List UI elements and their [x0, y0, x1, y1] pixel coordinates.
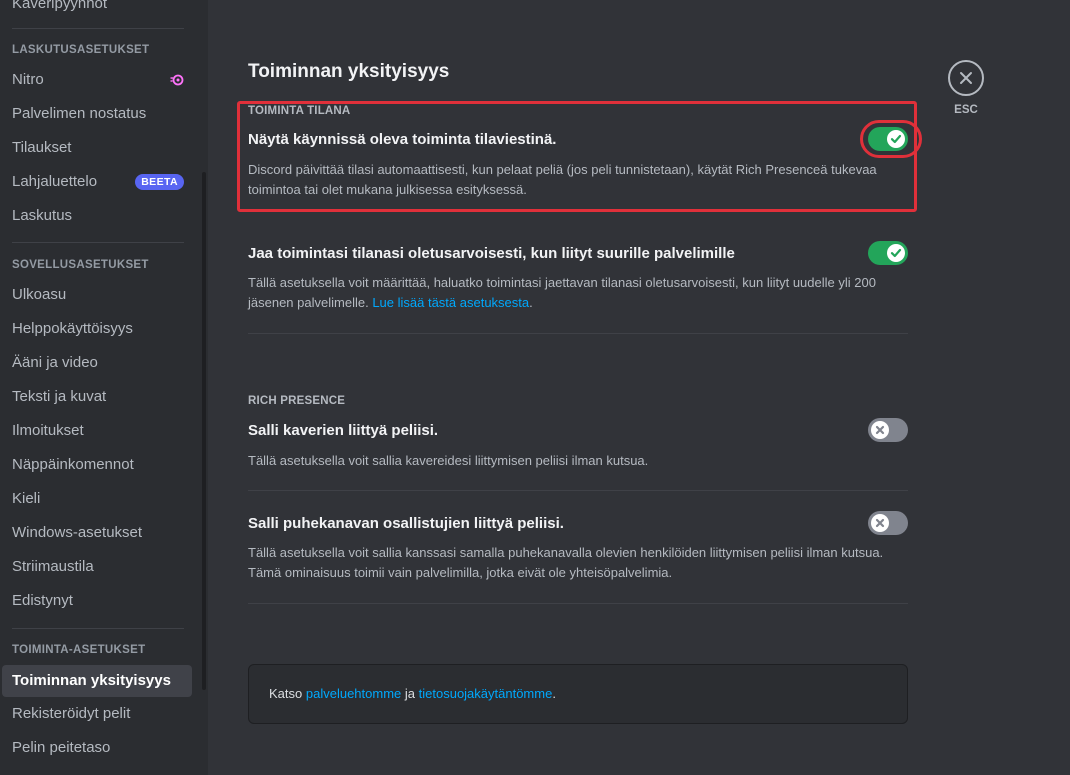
setting-title-allow-friends-join: Salli kaverien liittyä peliisi. [248, 422, 439, 439]
sidebar-item-label: Kieli [12, 490, 41, 507]
sidebar-item-label: Näppäinkomennot [12, 456, 134, 473]
sidebar-item-windows-settings[interactable]: Windows-asetukset [2, 517, 192, 549]
sidebar-header-activity: TOIMINTA-ASETUKSET [12, 644, 146, 656]
sidebar-item-keybinds[interactable]: Näppäinkomennot [2, 449, 192, 481]
sidebar-separator [12, 628, 184, 629]
sidebar-scrollbar[interactable] [202, 172, 206, 690]
esc-label: ESC [954, 104, 978, 116]
sidebar-header-app: SOVELLUSASETUKSET [12, 259, 149, 271]
divider [248, 603, 908, 604]
sidebar-item-appearance[interactable]: Ulkoasu [2, 279, 192, 311]
divider [248, 333, 908, 334]
section-header-rich-presence: RICH PRESENCE [248, 395, 346, 407]
highlight-annotation-ring [860, 120, 922, 158]
toggle-allow-friends-join[interactable] [868, 418, 908, 442]
sidebar-item-label: Rekisteröidyt pelit [12, 705, 131, 722]
setting-title-allow-voice-join: Salli puhekanavan osallistujien liittyä … [248, 515, 564, 532]
sidebar-item-language[interactable]: Kieli [2, 483, 192, 515]
checkmark-icon [890, 248, 902, 258]
sidebar-item-accessibility[interactable]: Helppokäyttöisyys [2, 313, 192, 345]
sidebar-item-label: Teksti ja kuvat [12, 388, 107, 405]
footer-suffix: . [552, 686, 556, 701]
close-icon [960, 72, 972, 84]
sidebar-item-billing[interactable]: Laskutus [2, 200, 192, 232]
sidebar-item-text-images[interactable]: Teksti ja kuvat [2, 381, 192, 413]
description-text: Tällä asetuksella voit määrittää, haluat… [248, 275, 876, 310]
toggle-allow-voice-join[interactable] [868, 511, 908, 535]
learn-more-link[interactable]: Lue lisää tästä asetuksesta [372, 295, 529, 310]
sidebar-item-label: Ääni ja video [12, 354, 98, 371]
setting-description-share-large-servers: Tällä asetuksella voit määrittää, haluat… [248, 273, 898, 313]
nitro-icon [170, 74, 184, 86]
sidebar-item-label: Palvelimen nostatus [12, 105, 147, 122]
sidebar-item-notifications[interactable]: Ilmoitukset [2, 415, 192, 447]
sidebar-item-nitro[interactable]: Nitro [2, 64, 192, 96]
terms-footer-box: Katso palveluehtomme ja tietosuojakäytän… [248, 664, 908, 724]
sidebar-item-label: Nitro [12, 71, 44, 88]
sidebar-item-label: Windows-asetukset [12, 524, 143, 541]
sidebar-item-label: Tilaukset [12, 139, 72, 156]
sidebar-item-label: Helppokäyttöisyys [12, 320, 133, 337]
divider [248, 490, 908, 491]
sidebar-item-activity-privacy[interactable]: Toiminnan yksityisyys [2, 665, 192, 697]
toggle-knob [871, 421, 889, 439]
setting-description-allow-friends-join: Tällä asetuksella voit sallia kavereides… [248, 453, 649, 468]
terms-of-service-link[interactable]: palveluehtomme [306, 686, 401, 701]
page-title: Toiminnan yksityisyys [248, 61, 450, 82]
sidebar-item-label: Kaveripyynnöt [12, 0, 108, 12]
setting-title-share-large-servers: Jaa toimintasi tilanasi oletusarvoisesti… [248, 245, 735, 262]
sidebar-item-label: Striimaustila [12, 558, 94, 575]
setting-description-allow-voice-join: Tällä asetuksella voit sallia kanssasi s… [248, 545, 884, 580]
sidebar-item-streamer-mode[interactable]: Striimaustila [2, 551, 192, 583]
toggle-knob [887, 244, 905, 262]
sidebar-item-label: Laskutus [12, 207, 73, 224]
close-button[interactable] [948, 60, 984, 96]
sidebar-item-game-overlay[interactable]: Pelin peitetaso [2, 732, 192, 764]
sidebar-separator [12, 28, 184, 29]
sidebar-item-server-boost[interactable]: Palvelimen nostatus [2, 98, 192, 130]
beta-badge: BEETA [135, 174, 184, 190]
sidebar-item-advanced[interactable]: Edistynyt [2, 585, 192, 617]
sidebar-item-label: Toiminnan yksityisyys [12, 672, 171, 689]
sidebar-item-friend-requests[interactable]: Kaveripyynnöt [2, 0, 192, 20]
sidebar-item-label: Lahjaluettelo [12, 173, 98, 190]
highlight-annotation-box [237, 101, 917, 212]
footer-conjunction: ja [404, 686, 416, 701]
sidebar-header-billing: LASKUTUSASETUKSET [12, 44, 150, 56]
footer-prefix: Katso [269, 686, 303, 701]
sidebar-item-subscriptions[interactable]: Tilaukset [2, 132, 192, 164]
sidebar-item-gift-inventory[interactable]: Lahjaluettelo BEETA [2, 166, 192, 198]
privacy-policy-link[interactable]: tietosuojakäytäntömme [419, 686, 553, 701]
toggle-knob [871, 514, 889, 532]
description-suffix: . [529, 295, 533, 310]
sidebar-separator [12, 242, 184, 243]
x-icon [875, 425, 885, 435]
settings-sidebar: Kaveripyynnöt LASKUTUSASETUKSET Nitro Pa… [0, 0, 208, 775]
x-icon [875, 518, 885, 528]
sidebar-item-label: Ilmoitukset [12, 422, 84, 439]
sidebar-item-label: Pelin peitetaso [12, 739, 111, 756]
sidebar-item-label: Edistynyt [12, 592, 73, 609]
sidebar-item-label: Ulkoasu [12, 286, 67, 303]
toggle-share-large-servers[interactable] [868, 241, 908, 265]
sidebar-item-voice-video[interactable]: Ääni ja video [2, 347, 192, 379]
sidebar-item-registered-games[interactable]: Rekisteröidyt pelit [2, 698, 192, 730]
